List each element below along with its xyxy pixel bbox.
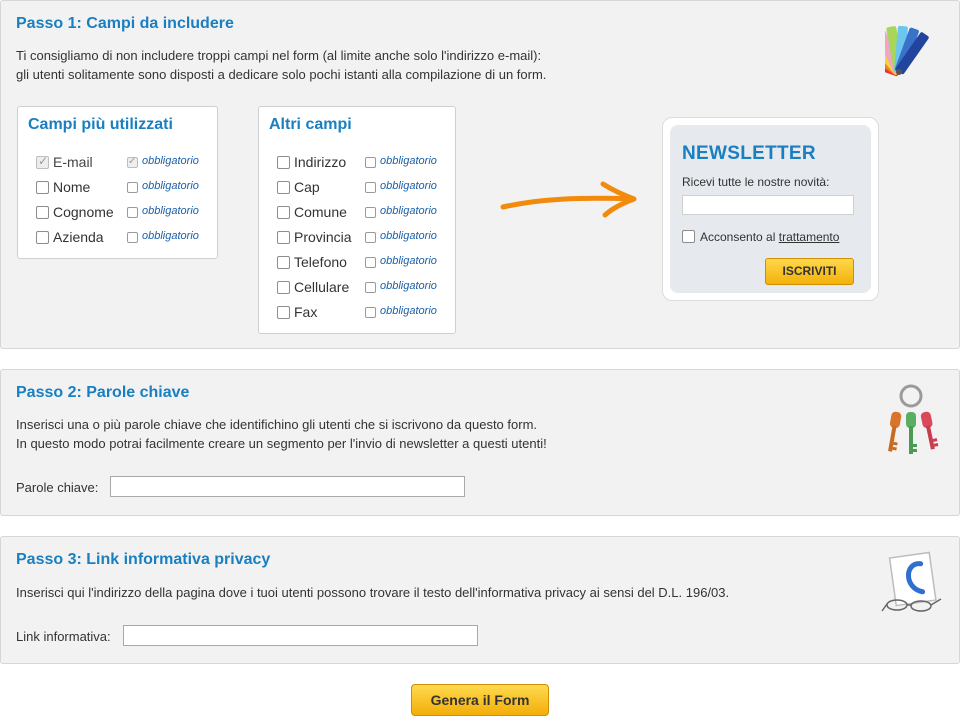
field-row-cognome: Cognome obbligatorio — [36, 204, 226, 222]
email-checkbox[interactable] — [36, 154, 49, 169]
document-glasses-icon — [881, 551, 945, 620]
comune-required-label: obbligatorio — [380, 205, 437, 217]
generate-form-button[interactable]: Genera il Form — [411, 684, 549, 716]
other-fields-title: Altri campi — [269, 116, 352, 133]
keywords-label: Parole chiave: — [16, 480, 99, 495]
step1-title: Passo 1: Campi da includere — [16, 15, 234, 32]
step3-desc-line1: Inserisci qui l'indirizzo della pagina d… — [16, 585, 730, 600]
keywords-input[interactable] — [110, 476, 465, 497]
telefono-label: Telefono — [294, 254, 347, 270]
nome-checkbox[interactable] — [36, 181, 49, 194]
field-row-fax: Fax obbligatorio — [277, 304, 467, 322]
cellulare-required-label: obbligatorio — [380, 280, 437, 292]
cap-label: Cap — [294, 179, 320, 195]
comune-label: Comune — [294, 204, 347, 220]
cognome-label: Cognome — [53, 204, 114, 220]
subscribe-button[interactable]: ISCRIVITI — [765, 258, 854, 285]
step3-title: Passo 3: Link informativa privacy — [16, 551, 271, 568]
indirizzo-checkbox[interactable] — [277, 156, 290, 169]
cognome-required-checkbox[interactable] — [127, 207, 138, 218]
step3-panel: Passo 3: Link informativa privacy Inseri… — [0, 536, 960, 664]
newsletter-email-input[interactable] — [682, 195, 854, 215]
newsletter-field-label: Ricevi tutte le nostre novità: — [682, 175, 830, 189]
field-row-comune: Comune obbligatorio — [277, 204, 467, 222]
cognome-required-label: obbligatorio — [142, 205, 199, 217]
other-fields-box: Altri campi Indirizzo obbligatorio Cap o… — [258, 106, 456, 334]
step2-desc-line1: Inserisci una o più parole chiave che id… — [16, 417, 538, 432]
indirizzo-required-label: obbligatorio — [380, 155, 437, 167]
fax-checkbox[interactable] — [277, 306, 290, 319]
provincia-required-checkbox[interactable] — [365, 232, 376, 243]
step2-panel: Passo 2: Parole chiave Inserisci una o p… — [0, 369, 960, 516]
fax-required-checkbox[interactable] — [365, 307, 376, 318]
newsletter-title: NEWSLETTER — [682, 143, 816, 164]
azienda-checkbox[interactable] — [36, 231, 49, 244]
field-row-provincia: Provincia obbligatorio — [277, 229, 467, 247]
provincia-checkbox[interactable] — [277, 231, 290, 244]
nome-required-label: obbligatorio — [142, 180, 199, 192]
cognome-checkbox[interactable] — [36, 206, 49, 219]
provincia-required-label: obbligatorio — [380, 230, 437, 242]
newsletter-consent: Acconsento al trattamento — [682, 229, 862, 245]
cellulare-required-checkbox[interactable] — [365, 282, 376, 293]
azienda-required-label: obbligatorio — [142, 230, 199, 242]
field-row-email: E-mail obbligatorio — [36, 154, 226, 172]
consent-label: Acconsento al — [700, 230, 776, 244]
email-required-checkbox[interactable] — [127, 156, 138, 168]
cap-required-label: obbligatorio — [380, 180, 437, 192]
nome-required-checkbox[interactable] — [127, 182, 138, 193]
comune-checkbox[interactable] — [277, 206, 290, 219]
cellulare-checkbox[interactable] — [277, 281, 290, 294]
popular-fields-box: Campi più utilizzati E-mail obbligatorio… — [17, 106, 218, 259]
field-row-cellulare: Cellulare obbligatorio — [277, 279, 467, 297]
telefono-required-label: obbligatorio — [380, 255, 437, 267]
email-required-label: obbligatorio — [142, 155, 199, 167]
color-swatch-icon — [854, 16, 941, 83]
azienda-required-checkbox[interactable] — [127, 232, 138, 243]
cap-required-checkbox[interactable] — [365, 182, 376, 193]
field-row-nome: Nome obbligatorio — [36, 179, 226, 197]
cellulare-label: Cellulare — [294, 279, 350, 295]
step1-desc-line1: Ti consigliamo di non includere troppi c… — [16, 48, 542, 63]
comune-required-checkbox[interactable] — [365, 207, 376, 218]
email-label: E-mail — [53, 154, 93, 170]
privacy-link-input[interactable] — [123, 625, 478, 646]
newsletter-preview-inner: NEWSLETTER Ricevi tutte le nostre novità… — [670, 125, 871, 293]
step1-panel: Passo 1: Campi da includere Ti consiglia… — [0, 0, 960, 349]
consent-checkbox[interactable] — [682, 230, 695, 243]
newsletter-preview: NEWSLETTER Ricevi tutte le nostre novità… — [662, 117, 879, 301]
popular-fields-title: Campi più utilizzati — [28, 116, 173, 133]
step3-description: Inserisci qui l'indirizzo della pagina d… — [16, 583, 729, 602]
cap-checkbox[interactable] — [277, 181, 290, 194]
field-row-azienda: Azienda obbligatorio — [36, 229, 226, 247]
orange-arrow-icon — [499, 179, 639, 222]
step1-description: Ti consigliamo di non includere troppi c… — [16, 46, 546, 84]
step2-description: Inserisci una o più parole chiave che id… — [16, 415, 547, 453]
field-row-cap: Cap obbligatorio — [277, 179, 467, 197]
step2-desc-line2: In questo modo potrai facilmente creare … — [16, 436, 547, 451]
nome-label: Nome — [53, 179, 91, 195]
consent-text: Acconsento al trattamento — [700, 230, 839, 244]
consent-link[interactable]: trattamento — [779, 230, 840, 244]
field-row-indirizzo: Indirizzo obbligatorio — [277, 154, 467, 172]
azienda-label: Azienda — [53, 229, 104, 245]
provincia-label: Provincia — [294, 229, 352, 245]
indirizzo-label: Indirizzo — [294, 154, 347, 170]
keys-icon — [881, 382, 941, 459]
telefono-required-checkbox[interactable] — [365, 257, 376, 268]
field-row-telefono: Telefono obbligatorio — [277, 254, 467, 272]
fax-label: Fax — [294, 304, 318, 320]
step1-desc-line2: gli utenti solitamente sono disposti a d… — [16, 67, 547, 82]
indirizzo-required-checkbox[interactable] — [365, 157, 376, 168]
telefono-checkbox[interactable] — [277, 256, 290, 269]
privacy-link-label: Link informativa: — [16, 629, 111, 644]
fax-required-label: obbligatorio — [380, 305, 437, 317]
step2-title: Passo 2: Parole chiave — [16, 384, 190, 401]
